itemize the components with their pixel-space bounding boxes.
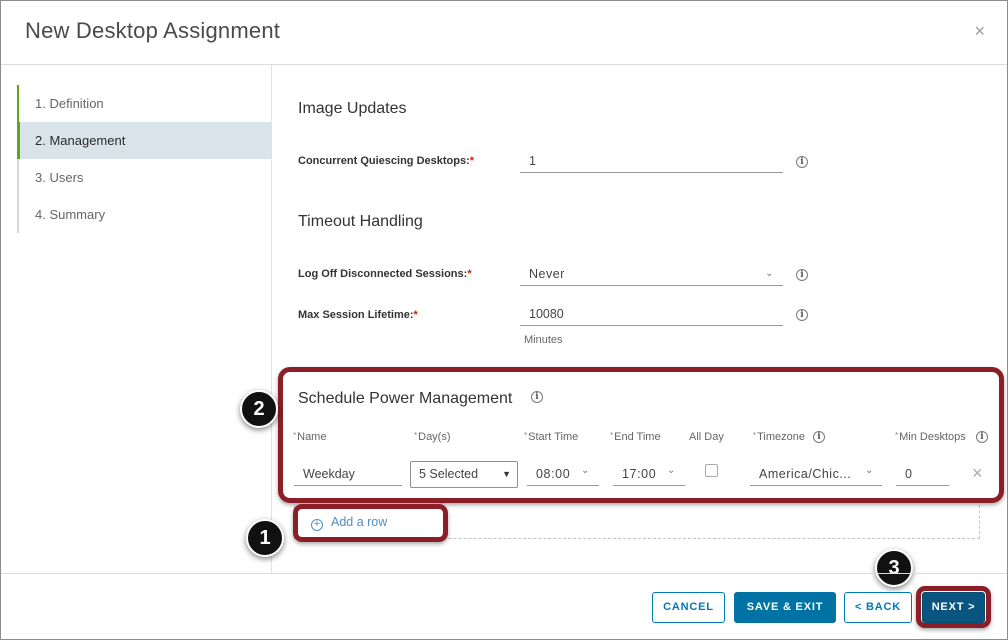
quiescing-info-icon[interactable]: i	[796, 156, 808, 168]
quiescing-label-text: Concurrent Quiescing Desktops:	[298, 155, 470, 167]
timeout-heading: Timeout Handling	[298, 213, 423, 230]
save-exit-button[interactable]: SAVE & EXIT	[734, 592, 836, 623]
dialog-title: New Desktop Assignment	[25, 18, 281, 43]
quiescing-input[interactable]: 1	[520, 151, 783, 173]
footer-divider	[1, 573, 1007, 574]
callout-highlight-add-row	[293, 504, 448, 542]
required-asterisk: *	[413, 309, 418, 321]
image-updates-heading: Image Updates	[298, 100, 407, 117]
callout-badge-1: 1	[246, 519, 284, 557]
logoff-info-icon[interactable]: i	[796, 269, 808, 281]
dialog: New Desktop Assignment × 1. Definition 2…	[0, 0, 1008, 640]
max-lifetime-info-icon[interactable]: i	[796, 309, 808, 321]
wizard-steps: 1. Definition 2. Management 3. Users 4. …	[17, 85, 272, 233]
step-management[interactable]: 2. Management	[17, 122, 272, 159]
chevron-down-icon: ⌄	[765, 268, 774, 279]
next-button[interactable]: NEXT >	[922, 592, 985, 623]
step-definition[interactable]: 1. Definition	[17, 85, 272, 122]
wizard-sidebar: 1. Definition 2. Management 3. Users 4. …	[1, 65, 272, 573]
quiescing-label: Concurrent Quiescing Desktops:*	[298, 155, 474, 167]
step-summary[interactable]: 4. Summary	[17, 196, 272, 233]
back-button[interactable]: < BACK	[844, 592, 912, 623]
logoff-label: Log Off Disconnected Sessions:*	[298, 268, 472, 280]
max-lifetime-input[interactable]: 10080	[520, 304, 783, 326]
callout-badge-3: 3	[875, 549, 913, 587]
callout-badge-2: 2	[240, 390, 278, 428]
cancel-button[interactable]: CANCEL	[652, 592, 725, 623]
required-asterisk: *	[467, 268, 472, 280]
logoff-select[interactable]: Never	[520, 264, 783, 286]
logoff-label-text: Log Off Disconnected Sessions:	[298, 268, 468, 280]
max-lifetime-unit: Minutes	[524, 334, 563, 346]
close-icon[interactable]: ×	[974, 21, 985, 42]
logoff-select-value: Never	[529, 267, 565, 281]
required-asterisk: *	[469, 155, 475, 167]
callout-highlight-schedule	[278, 367, 1004, 503]
max-lifetime-label-text: Max Session Lifetime:	[298, 309, 414, 321]
step-users[interactable]: 3. Users	[17, 159, 272, 196]
max-lifetime-label: Max Session Lifetime:*	[298, 309, 418, 321]
